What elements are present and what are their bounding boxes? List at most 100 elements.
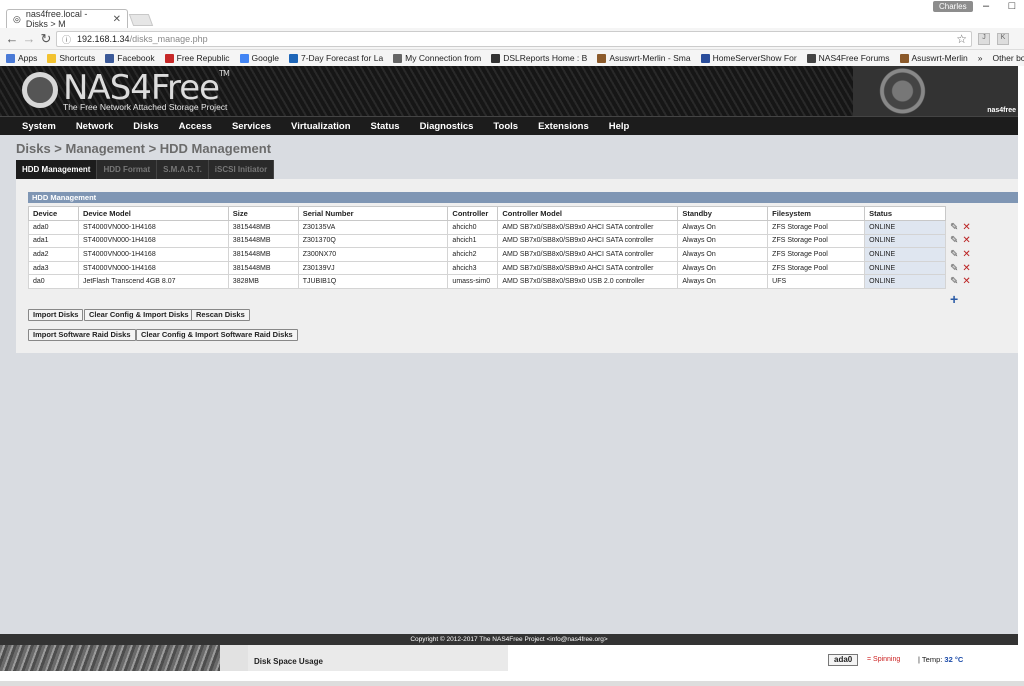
reload-icon[interactable]: ↻ (38, 31, 54, 47)
column-header: Status (864, 206, 946, 221)
import-raid-button[interactable]: Import Software Raid Disks (28, 329, 136, 341)
table-cell: ZFS Storage Pool (767, 260, 866, 276)
page-info-icon[interactable]: ⓘ (62, 33, 71, 46)
menu-item-diagnostics[interactable]: Diagnostics (410, 117, 484, 136)
disk-table: Device Device Model Size Serial Number Contr… (28, 206, 946, 289)
table-cell: ada2 (28, 247, 79, 262)
bookmark-favicon-icon (597, 53, 607, 63)
table-header-row: Device Device Model Size Serial Number Contr… (28, 206, 946, 221)
tab-iscsi-initiator[interactable]: iSCSI Initiator (209, 160, 275, 179)
bookmark-favicon-icon (164, 53, 174, 63)
table-cell: 3815448MB (227, 220, 299, 235)
delete-icon[interactable]: ✕ (962, 249, 970, 261)
bookmark-label: HomeServerShow For (712, 53, 797, 63)
menu-item-tools[interactable]: Tools (483, 117, 528, 136)
bookmark-label: Asuswrt-Merlin (911, 53, 968, 63)
table-cell: da0 (28, 274, 79, 289)
menu-item-services[interactable]: Services (222, 117, 281, 136)
footer-copyright: Copyright © 2012-2017 The NAS4Free Proje… (0, 634, 1018, 645)
bookmark-item[interactable]: Google (239, 53, 279, 63)
edit-icon[interactable]: ✎ (950, 235, 958, 247)
menu-item-access[interactable]: Access (169, 117, 222, 136)
url-input[interactable]: ⓘ 192.168.1.34/disks_manage.php ☆ (56, 31, 972, 47)
menu-item-virtualization[interactable]: Virtualization (281, 117, 360, 136)
clear-config-import-raid-button[interactable]: Clear Config & Import Software Raid Disk… (136, 329, 298, 341)
tab-hdd-management[interactable]: HDD Management (16, 160, 98, 179)
site-header: NAS4FreeTM The Free Network Attached Sto… (0, 66, 1018, 116)
minimize-icon[interactable]: – (976, 0, 996, 14)
edit-icon[interactable]: ✎ (950, 249, 958, 261)
extension-icon[interactable]: K (997, 33, 1009, 45)
maximize-icon[interactable]: □ (1002, 0, 1022, 14)
delete-icon[interactable]: ✕ (962, 263, 970, 275)
extension-icon[interactable]: J (978, 33, 990, 45)
bookmarks-overflow-icon[interactable]: » (978, 53, 983, 63)
table-cell: ahcich0 (447, 220, 499, 235)
bookmark-item[interactable]: My Connection from (393, 53, 481, 63)
edit-icon[interactable]: ✎ (950, 276, 958, 288)
menu-item-disks[interactable]: Disks (123, 117, 168, 136)
column-header: Controller (447, 206, 499, 221)
bookmark-item[interactable]: Shortcuts (47, 53, 95, 63)
bookmarks-bar: Apps Shortcuts Facebook Free Republic Google… (0, 50, 1024, 66)
tab-close-icon[interactable]: ✕ (113, 14, 121, 25)
back-icon[interactable]: ← (4, 31, 20, 47)
profile-badge[interactable]: Charles (933, 1, 973, 12)
edit-icon[interactable]: ✎ (950, 263, 958, 275)
bookmark-item[interactable]: NAS4Free Forums (806, 53, 890, 63)
forward-icon[interactable]: → (21, 31, 37, 47)
table-cell: ahcich2 (447, 247, 499, 262)
bookmark-favicon-icon (288, 53, 298, 63)
other-bookmarks[interactable]: Other bo (992, 53, 1024, 63)
table-cell: ZFS Storage Pool (767, 233, 866, 249)
menu-item-network[interactable]: Network (66, 117, 123, 136)
bookmark-label: My Connection from (405, 53, 482, 63)
table-cell: ahcich3 (447, 260, 499, 276)
bookmark-item[interactable]: Asuswrt-Merlin - Sma (597, 53, 691, 63)
table-cell: ada0 (28, 220, 79, 235)
clear-config-import-button[interactable]: Clear Config & Import Disks (84, 309, 194, 321)
edit-icon[interactable]: ✎ (950, 222, 958, 234)
table-row: ada1 ST4000VN000-1H4168 3815448MB Z301370Q a… (28, 233, 946, 249)
browser-tab[interactable]: ◎ nas4free.local - Disks > M ✕ (6, 9, 128, 29)
bookmark-star-icon[interactable]: ☆ (956, 32, 967, 46)
table-cell: ST4000VN000-1H4168 (77, 260, 229, 276)
bookmark-item[interactable]: 7-Day Forecast for La (288, 53, 383, 63)
table-cell: 3815448MB (227, 247, 299, 262)
bookmark-item[interactable]: DSLReports Home : B (491, 53, 587, 63)
tab-s-m-a-r-t[interactable]: S.M.A.R.T. (157, 160, 209, 179)
import-disks-button[interactable]: Import Disks (28, 309, 84, 321)
menu-item-system[interactable]: System (12, 117, 66, 136)
row-action-group: ✎ ✕ (950, 235, 980, 249)
table-cell: AMD SB7x0/SB8x0/SB9x0 AHCI SATA controll… (497, 233, 679, 249)
menu-item-extensions[interactable]: Extensions (528, 117, 599, 136)
delete-icon[interactable]: ✕ (962, 222, 970, 234)
hard-drive-image: nas4free (853, 66, 1018, 116)
column-header: Filesystem (767, 206, 866, 221)
bookmark-item[interactable]: Apps (6, 53, 37, 63)
bookmark-item[interactable]: Asuswrt-Merlin (899, 53, 968, 63)
column-header: Device Model (77, 206, 229, 221)
bookmark-item[interactable]: Free Republic (164, 53, 230, 63)
delete-icon[interactable]: ✕ (962, 235, 970, 247)
rescan-disks-button[interactable]: Rescan Disks (191, 309, 250, 321)
table-cell: umass-sim0 (447, 274, 499, 289)
disk-space-usage-label[interactable]: Disk Space Usage (248, 645, 508, 671)
disk-badge: ada0 (828, 654, 859, 666)
menu-item-status[interactable]: Status (361, 117, 410, 136)
delete-icon[interactable]: ✕ (962, 276, 970, 288)
row-action-group: ✎ ✕ (950, 262, 980, 276)
table-cell: ZFS Storage Pool (767, 247, 866, 262)
table-cell: AMD SB7x0/SB8x0/SB9x0 AHCI SATA controll… (497, 260, 679, 276)
table-cell: ONLINE (864, 260, 946, 276)
table-cell: ZFS Storage Pool (767, 220, 866, 235)
new-tab-button[interactable] (128, 14, 154, 26)
column-header: Device (28, 206, 79, 221)
add-disk-icon[interactable]: + (950, 291, 958, 307)
bookmark-item[interactable]: Facebook (105, 53, 155, 63)
tab-hdd-format[interactable]: HDD Format (97, 160, 158, 179)
menu-item-help[interactable]: Help (599, 117, 640, 136)
bookmark-item[interactable]: HomeServerShow For (700, 53, 797, 63)
table-cell: ONLINE (864, 233, 946, 249)
bookmark-favicon-icon (491, 53, 501, 63)
